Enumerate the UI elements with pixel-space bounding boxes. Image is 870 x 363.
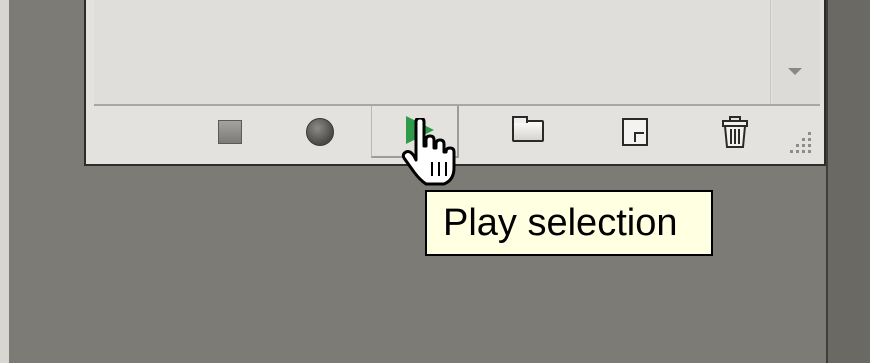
trash-icon: [722, 116, 748, 148]
right-dock-strip: [828, 0, 870, 363]
delete-button[interactable]: [691, 106, 779, 158]
stop-icon: [218, 120, 242, 144]
folder-icon: [512, 116, 544, 142]
resize-grip-icon[interactable]: [786, 130, 814, 156]
record-icon: [306, 118, 334, 146]
new-set-button[interactable]: [486, 106, 574, 158]
vertical-scrollbar[interactable]: [772, 0, 820, 104]
hand-cursor-icon: [401, 118, 456, 186]
scroll-down-arrow-icon[interactable]: [788, 68, 802, 75]
stop-button[interactable]: [186, 106, 274, 158]
actions-list[interactable]: [94, 0, 771, 104]
tooltip: Play selection: [425, 190, 713, 256]
record-button[interactable]: [276, 106, 364, 158]
new-action-icon: [622, 118, 648, 146]
background-edge: [0, 0, 9, 363]
new-action-button[interactable]: [592, 106, 680, 158]
